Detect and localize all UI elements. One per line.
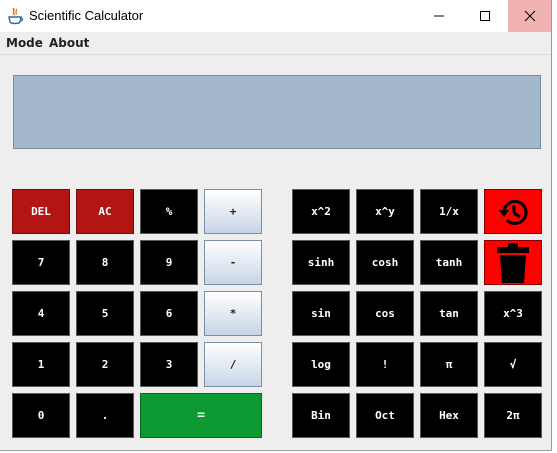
java-app-icon [8,7,23,25]
digit-4-button[interactable]: 4 [12,291,70,336]
cube-button[interactable]: x^3 [484,291,542,336]
divide-button[interactable]: / [204,342,262,387]
del-button[interactable]: DEL [12,189,70,234]
binary-button[interactable]: Bin [292,393,350,438]
plus-button[interactable]: + [204,189,262,234]
pi-button[interactable]: π [420,342,478,387]
digit-5-button[interactable]: 5 [76,291,134,336]
maximize-icon [480,11,490,21]
history-button[interactable] [484,189,542,234]
title-bar: Scientific Calculator [0,0,551,32]
ac-button[interactable]: AC [76,189,134,234]
reciprocal-button[interactable]: 1/x [420,189,478,234]
menu-bar: Mode About [0,32,551,55]
calculator-window: Scientific Calculator Mode About DEL AC … [0,0,552,451]
decimal-point-button[interactable]: . [76,393,134,438]
multiply-button[interactable]: * [204,291,262,336]
log-button[interactable]: log [292,342,350,387]
cos-button[interactable]: cos [356,291,414,336]
window-title: Scientific Calculator [29,8,144,23]
minimize-button[interactable] [416,0,462,32]
maximize-button[interactable] [462,0,508,32]
digit-0-button[interactable]: 0 [12,393,70,438]
close-button[interactable] [508,0,551,32]
digit-2-button[interactable]: 2 [76,342,134,387]
digit-8-button[interactable]: 8 [76,240,134,285]
result-display [13,75,541,149]
history-icon [499,199,528,225]
trash-icon [497,242,529,283]
equals-button[interactable]: = [140,393,262,438]
tan-button[interactable]: tan [420,291,478,336]
sinh-button[interactable]: sinh [292,240,350,285]
percent-button[interactable]: % [140,189,198,234]
tanh-button[interactable]: tanh [420,240,478,285]
digit-1-button[interactable]: 1 [12,342,70,387]
digit-3-button[interactable]: 3 [140,342,198,387]
cosh-button[interactable]: cosh [356,240,414,285]
factorial-button[interactable]: ! [356,342,414,387]
minus-button[interactable]: - [204,240,262,285]
sin-button[interactable]: sin [292,291,350,336]
digit-7-button[interactable]: 7 [12,240,70,285]
menu-about[interactable]: About [49,36,89,50]
clear-history-button[interactable] [484,240,542,285]
minimize-icon [434,15,444,17]
menu-mode[interactable]: Mode [6,36,43,50]
two-pi-button[interactable]: 2π [484,393,542,438]
octal-button[interactable]: Oct [356,393,414,438]
square-button[interactable]: x^2 [292,189,350,234]
digit-9-button[interactable]: 9 [140,240,198,285]
power-button[interactable]: x^y [356,189,414,234]
digit-6-button[interactable]: 6 [140,291,198,336]
hex-button[interactable]: Hex [420,393,478,438]
sqrt-button[interactable]: √ [484,342,542,387]
close-icon [524,10,535,22]
